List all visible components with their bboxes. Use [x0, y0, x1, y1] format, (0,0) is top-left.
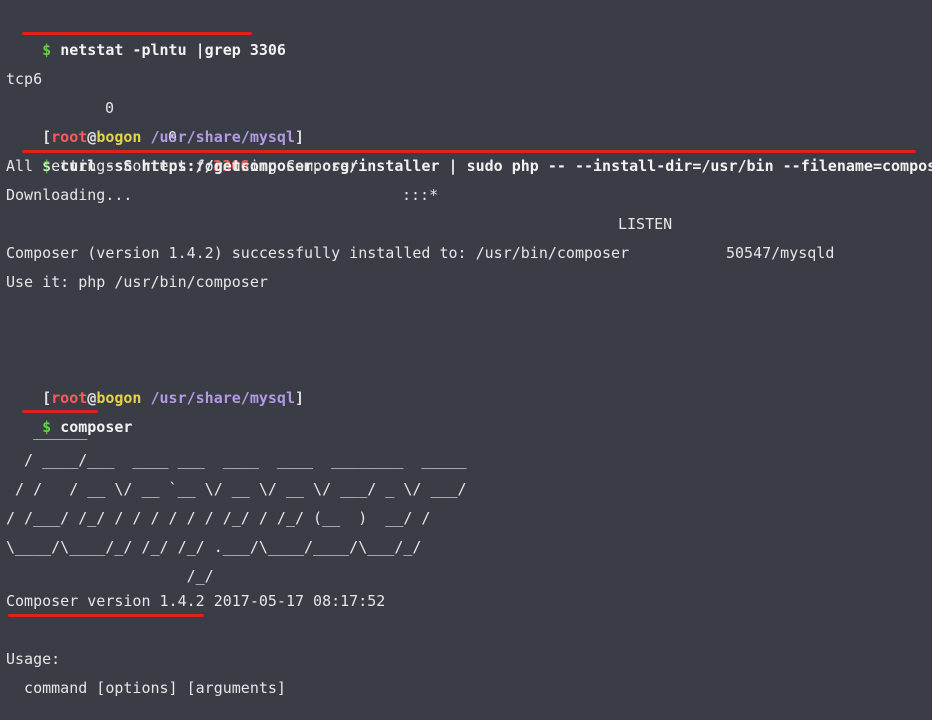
- shell-prompt: [root@bogon /usr/share/mysql]: [6, 355, 304, 407]
- pid-program-cell: 50547/mysqld: [726, 244, 835, 262]
- netstat-output-row: tcp6 0 0 :::3306 :::* LISTEN 50547/mysql…: [6, 36, 926, 262]
- composer-logo-line: / / / __ \/ __ `__ \/ __ \/ __ \/ ___/ _…: [6, 480, 467, 498]
- composer-logo-line: ______: [6, 422, 88, 440]
- annotation-underline: [22, 410, 98, 413]
- command-line-curl: $ curl -sS https://getcomposer.org/insta…: [6, 123, 932, 175]
- usage-line: command [options] [arguments]: [6, 679, 286, 697]
- output-line: Composer (version 1.4.2) successfully in…: [6, 244, 630, 262]
- annotation-underline: [8, 614, 204, 617]
- annotation-underline: [22, 32, 252, 35]
- usage-label: Usage:: [6, 650, 61, 668]
- output-line: Use it: php /usr/bin/composer: [6, 273, 268, 291]
- foreign-address-cell: :::*: [402, 186, 439, 204]
- output-line: Downloading...: [6, 186, 133, 204]
- composer-logo-line: \____/\____/_/ /_/ /_/ .___/\____/____/\…: [6, 538, 422, 556]
- prompt-path: /usr/share/mysql: [150, 389, 296, 407]
- command-line-composer: $ composer: [6, 384, 132, 436]
- output-line: All settings correct for using Composer: [6, 157, 359, 175]
- composer-logo-line: / /___/ /_/ / / / / / / /_/ / /_/ (__ ) …: [6, 509, 431, 527]
- proto-cell: tcp6: [6, 70, 43, 88]
- composer-logo-line: / ____/___ ____ ___ ____ ____ ________ _…: [6, 451, 467, 469]
- composer-version-line: Composer version 1.4.2 2017-05-17 08:17:…: [6, 592, 386, 610]
- state-cell: LISTEN: [618, 215, 673, 233]
- shell-prompt: [root@bogon /usr/share/mysql]: [6, 94, 304, 146]
- prompt-close-bracket: ]: [295, 389, 305, 407]
- terminal-window[interactable]: $ netstat -plntu |grep 3306 tcp6 0 0 :::…: [0, 0, 932, 720]
